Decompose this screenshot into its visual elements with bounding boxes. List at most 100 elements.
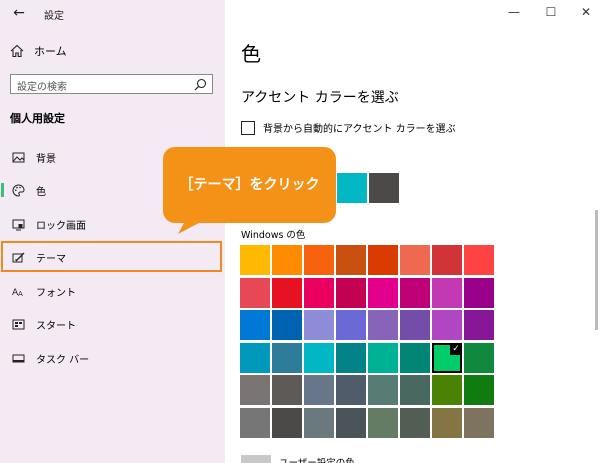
theme-highlight-box (1, 241, 222, 272)
color-swatch[interactable] (432, 407, 462, 438)
color-swatch[interactable] (240, 310, 270, 340)
checkmark-icon: ✓ (450, 342, 462, 355)
color-swatch[interactable] (272, 407, 302, 438)
color-swatch[interactable] (272, 310, 302, 340)
color-swatch[interactable] (304, 310, 334, 340)
color-swatch[interactable] (368, 407, 398, 438)
auto-accent-label: 背景から自動的にアクセント カラーを選ぶ (263, 124, 456, 135)
color-swatch[interactable] (368, 342, 398, 373)
start-icon (12, 319, 25, 329)
auto-accent-checkbox[interactable] (241, 120, 255, 135)
color-swatch[interactable] (400, 277, 430, 308)
back-button[interactable]: ← (10, 4, 28, 22)
sidebar-item-home[interactable]: ホーム (10, 42, 67, 60)
color-swatch[interactable] (272, 375, 302, 405)
recent-color-swatch[interactable] (337, 173, 367, 203)
color-swatch[interactable] (240, 245, 270, 275)
color-swatch[interactable] (432, 310, 462, 340)
scrollbar[interactable] (595, 210, 598, 330)
color-swatch[interactable] (400, 342, 430, 373)
page-title: 色 (241, 42, 261, 66)
sidebar: ← 設定 ホーム 設定の検索 個人用設定 背景 色 ロック画面 テーマ A A … (0, 0, 225, 463)
sidebar-item-label: ホーム (34, 45, 67, 58)
close-button[interactable]: ✕ (577, 4, 595, 20)
svg-text:A: A (18, 290, 23, 298)
color-swatch[interactable] (336, 245, 366, 275)
color-swatch[interactable] (240, 277, 270, 308)
color-swatch[interactable] (304, 375, 334, 405)
auto-accent-option[interactable]: 背景から自動的にアクセント カラーを選ぶ (241, 120, 456, 135)
color-swatch[interactable] (368, 245, 398, 275)
color-swatch[interactable] (464, 375, 494, 405)
picture-icon (12, 152, 25, 162)
home-icon (10, 44, 24, 58)
palette-icon (12, 183, 25, 197)
color-swatch[interactable] (464, 277, 494, 308)
windows-color-grid: ✓ (240, 245, 496, 439)
custom-color-label: ユーザー設定の色 (279, 455, 355, 463)
color-swatch[interactable] (304, 245, 334, 275)
color-swatch[interactable] (304, 277, 334, 308)
color-swatch[interactable] (336, 342, 366, 373)
close-icon: ✕ (580, 5, 592, 19)
sidebar-item-start[interactable]: スタート (0, 308, 225, 340)
sidebar-item-label: 背景 (36, 153, 56, 165)
color-swatch[interactable]: ✓ (432, 342, 462, 373)
color-swatch[interactable] (240, 407, 270, 438)
search-placeholder: 設定の検索 (17, 82, 67, 93)
sidebar-item-label: タスク バー (36, 354, 90, 366)
custom-color-option[interactable]: ユーザー設定の色 (241, 455, 355, 463)
color-swatch[interactable] (304, 342, 334, 373)
taskbar-icon (12, 354, 25, 362)
color-swatch[interactable] (464, 407, 494, 438)
color-swatch[interactable] (336, 407, 366, 438)
titlebar-left: ← 設定 (0, 0, 225, 26)
search-icon (194, 78, 207, 91)
color-swatch[interactable] (272, 245, 302, 275)
main-pane: — ☐ ✕ 色 アクセント カラーを選ぶ 背景から自動的にアクセント カラーを選… (225, 0, 600, 463)
search-input[interactable]: 設定の検索 (10, 74, 213, 94)
color-swatch[interactable] (336, 277, 366, 308)
color-swatch[interactable] (336, 375, 366, 405)
minimize-icon: — (508, 5, 520, 19)
color-swatch[interactable] (272, 277, 302, 308)
color-swatch[interactable] (464, 310, 494, 340)
color-swatch[interactable] (240, 375, 270, 405)
sidebar-item-taskbar[interactable]: タスク バー (0, 342, 225, 374)
color-swatch[interactable] (400, 375, 430, 405)
sidebar-item-label: 色 (36, 186, 46, 198)
color-swatch[interactable] (240, 342, 270, 373)
callout-text: ［テーマ］をクリック (179, 177, 320, 193)
back-arrow-icon: ← (13, 5, 25, 21)
minimize-button[interactable]: — (505, 4, 523, 20)
sidebar-item-label: スタート (36, 320, 76, 332)
windows-colors-label: Windows の色 (241, 230, 306, 241)
color-swatch[interactable] (368, 277, 398, 308)
color-swatch[interactable] (336, 310, 366, 340)
color-swatch[interactable] (304, 407, 334, 438)
color-swatch[interactable] (400, 310, 430, 340)
color-swatch[interactable] (432, 277, 462, 308)
recent-color-swatch[interactable] (369, 173, 399, 203)
color-swatch[interactable] (368, 310, 398, 340)
color-swatch[interactable] (272, 342, 302, 373)
color-swatch[interactable] (400, 245, 430, 275)
app-title: 設定 (44, 11, 64, 22)
maximize-button[interactable]: ☐ (542, 4, 560, 20)
sidebar-item-label: ロック画面 (36, 220, 86, 232)
color-swatch[interactable] (400, 407, 430, 438)
lock-screen-icon (12, 219, 25, 230)
sidebar-item-label: フォント (36, 287, 76, 299)
color-swatch[interactable] (432, 375, 462, 405)
color-swatch[interactable] (464, 342, 494, 373)
sidebar-item-fonts[interactable]: A A フォント (0, 275, 225, 307)
color-swatch[interactable] (368, 375, 398, 405)
accent-heading: アクセント カラーを選ぶ (241, 90, 399, 106)
section-title: 個人用設定 (10, 112, 65, 125)
maximize-icon: ☐ (545, 5, 557, 19)
callout-bubble: ［テーマ］をクリック (163, 147, 336, 223)
color-swatch[interactable] (464, 245, 494, 275)
font-icon: A A (12, 288, 23, 298)
color-swatch[interactable] (432, 245, 462, 275)
custom-color-swatch[interactable] (241, 455, 271, 463)
